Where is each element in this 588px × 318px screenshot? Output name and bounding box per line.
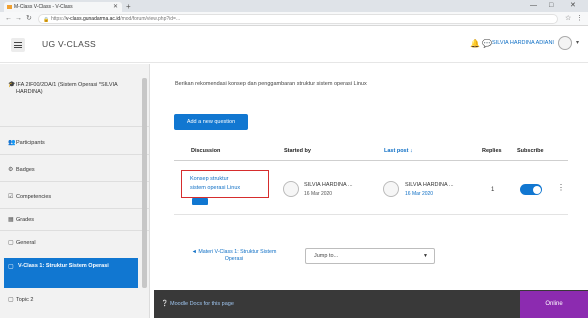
folder-icon: ▢ xyxy=(8,264,14,270)
drawer-item-label: Topic 2 xyxy=(16,297,34,303)
participants-icon: 👥 xyxy=(8,140,16,146)
discussion-title-link-line2[interactable]: sistem operasi Linux xyxy=(190,185,240,191)
browser-toolbar: ← → ↻ 🔒 https://v-class.gunadarma.ac.id/… xyxy=(0,12,588,26)
column-header-last-post[interactable]: Last post ↓ xyxy=(384,148,413,154)
started-by-date: 16 Mar 2020 xyxy=(304,191,333,197)
drawer-active-label: V-Class 1: Struktur Sistem Operasi xyxy=(18,263,109,269)
notification-bell-icon[interactable]: 🔔 xyxy=(470,39,480,48)
discussion-badge xyxy=(192,198,208,205)
site-navbar: UG V-CLASS 🔔 💬 SILVIA HARDINA ADIANI ▾ xyxy=(0,27,588,63)
highlight-box xyxy=(181,170,269,198)
competencies-icon: ☑ xyxy=(8,194,14,200)
drawer-item-label: General xyxy=(16,240,36,246)
replies-count[interactable]: 1 xyxy=(491,187,494,193)
new-tab-button[interactable]: + xyxy=(126,2,131,11)
folder-icon: ▢ xyxy=(8,297,14,303)
last-post-name[interactable]: SILVIA HARDINA ... xyxy=(405,182,454,189)
grades-icon: ▦ xyxy=(8,217,14,223)
drawer-course-label: IFA 2IF00/2DA/1 (Sistem Operasi *SILVIA … xyxy=(16,82,118,95)
forum-intro-text: Berikan rekomendasi konsep dan penggamba… xyxy=(175,81,367,87)
drawer-divider xyxy=(0,181,150,182)
column-header-discussion[interactable]: Discussion xyxy=(191,148,220,154)
add-question-button[interactable]: Add a new question xyxy=(174,114,248,130)
reload-icon[interactable]: ↻ xyxy=(26,14,32,24)
drawer-divider xyxy=(0,230,150,231)
started-by-name[interactable]: SILVIA HARDINA ... xyxy=(304,182,353,189)
moodle-docs-link[interactable]: Moodle Docs for this page xyxy=(170,301,234,307)
site-name[interactable]: UG V-CLASS xyxy=(42,39,96,49)
drawer-divider xyxy=(0,126,150,127)
jump-to-label: Jump to... xyxy=(314,253,339,259)
browser-tab-strip: M-Class V-Class - V-Class ✕ + — □ ✕ xyxy=(0,0,588,12)
drawer-divider xyxy=(0,154,150,155)
close-window-button[interactable]: ✕ xyxy=(570,1,576,11)
menu-dots-icon[interactable]: ⋮ xyxy=(576,14,583,24)
hamburger-menu-button[interactable] xyxy=(11,38,25,52)
user-avatar[interactable] xyxy=(558,36,572,50)
url-prefix: https:// xyxy=(51,16,67,22)
drawer-scrollbar[interactable] xyxy=(142,78,147,288)
starter-avatar[interactable] xyxy=(283,181,299,197)
url-path: /mod/forum/view.php?id=... xyxy=(120,16,181,22)
nav-drawer: 🎓 IFA 2IF00/2DA/1 (Sistem Operasi *SILVI… xyxy=(0,64,150,318)
browser-tab[interactable]: M-Class V-Class - V-Class ✕ xyxy=(4,2,122,12)
online-users-button[interactable]: Online xyxy=(520,291,588,318)
chevron-down-icon: ▼ xyxy=(423,253,428,259)
forward-arrow-icon[interactable]: → xyxy=(15,14,22,24)
user-name[interactable]: SILVIA HARDINA ADIANI xyxy=(492,40,554,46)
drawer-item-label: Competencies xyxy=(16,194,52,200)
last-post-date[interactable]: 16 Mar 2020 xyxy=(405,191,433,197)
badges-icon: ⚙ xyxy=(8,167,14,173)
moodle-favicon-icon xyxy=(7,5,12,9)
column-header-started-by[interactable]: Started by xyxy=(284,148,311,154)
column-header-replies[interactable]: Replies xyxy=(482,148,502,154)
discussion-title-link[interactable]: Konsep struktur xyxy=(190,176,229,182)
user-menu-caret-icon[interactable]: ▾ xyxy=(576,39,579,46)
drawer-item-label: Badges xyxy=(16,167,35,173)
subscribe-toggle[interactable] xyxy=(520,184,542,195)
tab-title: M-Class V-Class - V-Class xyxy=(14,4,73,10)
messages-icon[interactable]: 💬 xyxy=(482,39,492,48)
table-row-divider xyxy=(174,214,568,215)
url-domain: v-class.gunadarma.ac.id xyxy=(66,16,121,22)
jump-to-select[interactable]: Jump to... ▼ xyxy=(305,248,435,264)
back-arrow-icon[interactable]: ← xyxy=(5,14,12,24)
course-icon: 🎓 xyxy=(8,82,16,88)
row-actions-menu-icon[interactable]: ⋮ xyxy=(557,183,565,192)
maximize-button[interactable]: □ xyxy=(549,1,553,11)
minimize-button[interactable]: — xyxy=(530,1,537,11)
tab-close-icon[interactable]: ✕ xyxy=(113,2,118,12)
drawer-item-label: Participants xyxy=(16,140,45,146)
address-bar[interactable]: 🔒 https://v-class.gunadarma.ac.id/mod/fo… xyxy=(38,14,558,24)
general-icon: ▢ xyxy=(8,240,14,246)
table-header-divider xyxy=(174,160,568,161)
star-icon[interactable]: ☆ xyxy=(565,14,571,24)
previous-activity-link[interactable]: ◄ Materi V-Class 1: Struktur Sistem Oper… xyxy=(184,249,284,263)
lock-icon: 🔒 xyxy=(43,17,50,23)
drawer-item-label: Grades xyxy=(16,217,35,223)
column-header-subscribe: Subscribe xyxy=(517,148,544,154)
last-post-avatar[interactable] xyxy=(383,181,399,197)
help-icon: ❔ xyxy=(161,301,169,307)
drawer-item-active-section[interactable]: ▢ V-Class 1: Struktur Sistem Operasi xyxy=(4,258,138,288)
drawer-divider xyxy=(0,208,150,209)
